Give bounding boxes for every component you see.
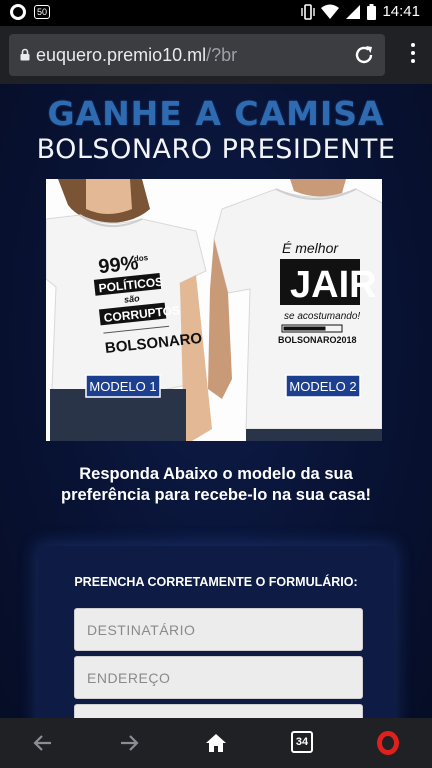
browser-nav-bar: 34 xyxy=(0,718,432,768)
status-bar: 50 14:41 xyxy=(0,0,432,26)
url-text[interactable]: euquero.premio10.ml/?br xyxy=(36,45,237,66)
recipient-input[interactable] xyxy=(74,608,363,651)
back-icon[interactable] xyxy=(30,730,56,756)
clock: 14:41 xyxy=(382,3,420,20)
address-input[interactable] xyxy=(74,656,363,699)
address-bar[interactable]: euquero.premio10.ml/?br xyxy=(9,34,385,76)
instruction-text: Responda Abaixo o modelo da sua preferên… xyxy=(61,465,371,504)
headline-primary: GANHE A CAMISA xyxy=(47,94,385,133)
tshirt-illustration: 99% dos POLÍTICOS são CORRUPTOS BOLSONAR… xyxy=(46,179,382,441)
model1-label: MODELO 1 xyxy=(89,379,156,394)
opera-notification-icon xyxy=(10,4,26,20)
url-host: euquero.premio10.ml xyxy=(36,45,207,65)
shirt2-line1: É melhor xyxy=(282,240,339,256)
home-icon[interactable] xyxy=(203,730,229,756)
model2-label: MODELO 2 xyxy=(289,379,356,394)
tshirt-models-image: 99% dos POLÍTICOS são CORRUPTOS BOLSONAR… xyxy=(46,179,382,441)
shirt1-line2: dos xyxy=(133,253,149,263)
page-content: GANHE A CAMISA BOLSONARO PRESIDENTE 99% … xyxy=(0,84,432,718)
lock-icon xyxy=(20,48,30,61)
browser-toolbar: euquero.premio10.ml/?br xyxy=(0,26,432,84)
menu-icon[interactable] xyxy=(410,43,416,65)
url-path: /?br xyxy=(206,45,238,65)
reload-icon[interactable] xyxy=(353,44,375,66)
shirt2-line2: JAIR xyxy=(290,264,377,306)
form-title: PREENCHA CORRETAMENTE O FORMULÁRIO: xyxy=(74,575,358,589)
signal-icon xyxy=(346,4,361,19)
battery-icon xyxy=(367,3,377,20)
vibrate-icon xyxy=(301,3,316,20)
shirt2-line3: se acostumando! xyxy=(284,311,360,322)
shirt2-line4: BOLSONARO2018 xyxy=(278,335,357,345)
neighborhood-input[interactable] xyxy=(74,704,363,718)
shirt1-line4: são xyxy=(124,293,141,305)
order-form: PREENCHA CORRETAMENTE O FORMULÁRIO: xyxy=(38,546,394,718)
tabs-icon[interactable]: 34 xyxy=(291,731,313,753)
headline-secondary: BOLSONARO PRESIDENTE xyxy=(36,134,396,165)
forward-icon[interactable] xyxy=(116,730,142,756)
wifi-icon xyxy=(321,4,340,19)
opera-menu-icon[interactable] xyxy=(377,731,399,755)
notification-badge: 50 xyxy=(34,5,51,19)
